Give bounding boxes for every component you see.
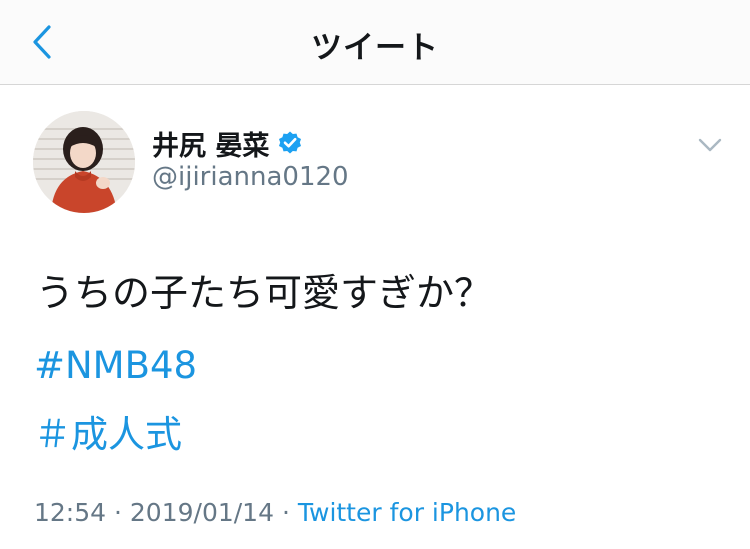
tweet-source-link[interactable]: Twitter for iPhone [298, 498, 516, 527]
hashtag-link-seijinshiki[interactable]: ＃成人式 [34, 404, 182, 458]
hashtag-link-nmb48[interactable]: #NMB48 [34, 344, 197, 387]
tweet-options-button[interactable] [690, 130, 730, 160]
page-title: ツイート [311, 30, 439, 66]
avatar[interactable] [33, 111, 135, 213]
meta-separator: · [281, 498, 290, 527]
tweet-time: 12:54 [34, 498, 107, 527]
tweet-text: うちの子たち可愛すぎか？ [36, 271, 493, 315]
author-name-row[interactable]: 井尻 晏菜 [152, 124, 303, 162]
display-name: 井尻 晏菜 [152, 130, 270, 162]
chevron-down-icon [698, 138, 722, 152]
user-handle[interactable]: @ijirianna0120 [152, 162, 349, 192]
avatar-photo [33, 111, 135, 213]
meta-separator: · [114, 498, 122, 527]
tweet-date: 2019/01/14 [129, 498, 274, 527]
verified-badge-icon [277, 130, 303, 156]
navigation-bar: ツイート [0, 0, 750, 85]
tweet-detail-screen: ツイート 井尻 晏菜 @ijirianna0120 うちの子たち可愛すぎか？ #… [0, 0, 750, 549]
tweet-meta: 12:54 · 2019/01/14 · Twitter for iPhone [34, 498, 516, 527]
